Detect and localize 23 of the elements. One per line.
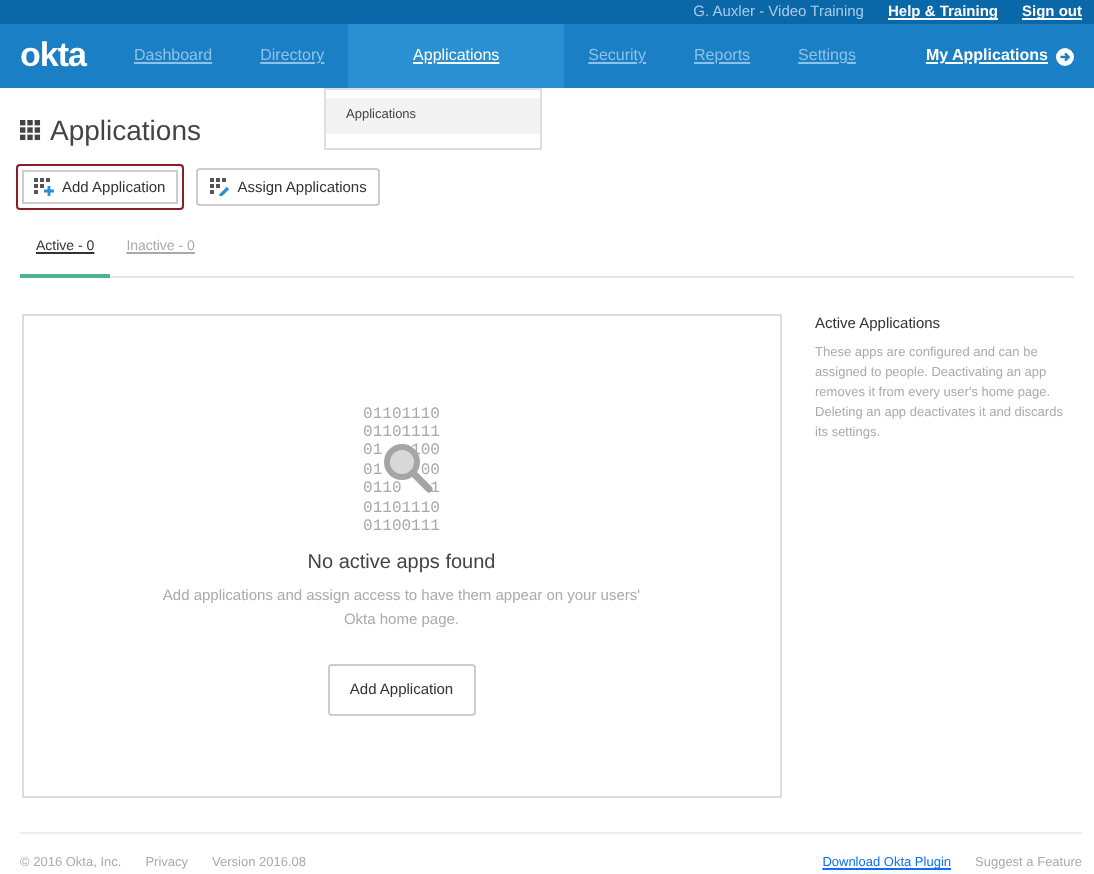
nav-item[interactable]: Settings (774, 24, 880, 88)
nav-item[interactable]: Dashboard (109, 24, 237, 88)
binary-text: 01101111 (363, 423, 440, 443)
nav-item[interactable]: Directory (236, 24, 349, 88)
binary-text: 01 (363, 442, 383, 462)
binary-text: 1 (430, 480, 440, 499)
nav-item[interactable]: Security (564, 24, 671, 88)
empty-state-title: No active apps found (307, 550, 496, 579)
my-applications-link[interactable]: My Applications (925, 44, 1074, 68)
grid-icon (20, 119, 42, 142)
logo[interactable]: okta (20, 30, 86, 82)
binary-text: 01100111 (363, 517, 440, 537)
binary-text: 00 (420, 461, 440, 481)
binary-text: 01 (363, 461, 383, 481)
page-title: Applications (50, 114, 201, 148)
binary-text: 01101110 (363, 499, 440, 518)
grid-pencil-icon (209, 177, 230, 196)
arrow-right-icon (1056, 47, 1074, 65)
nav-item[interactable]: Applications (348, 24, 565, 88)
nav-item[interactable]: Reports (670, 24, 775, 88)
binary-text: 0110 (363, 480, 402, 499)
grid-plus-icon (34, 177, 54, 196)
binary-text: 01101110 (363, 405, 440, 424)
